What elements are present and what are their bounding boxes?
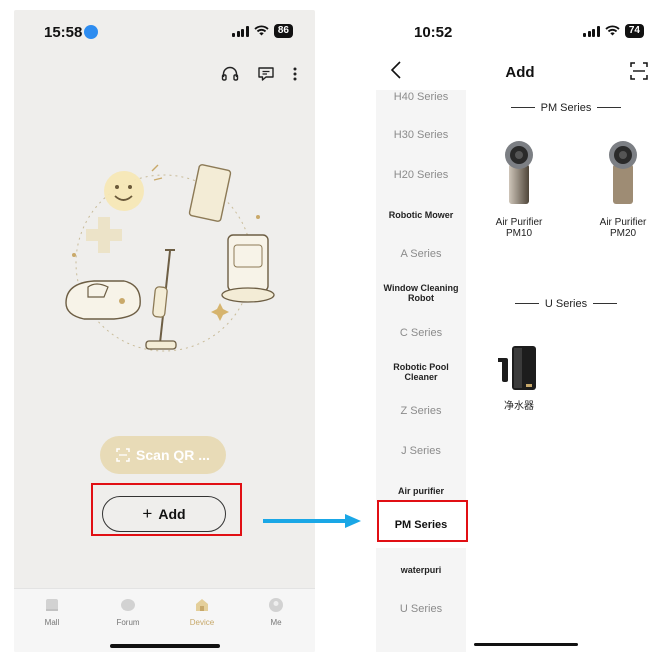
tab-mall[interactable]: Mall xyxy=(22,597,82,627)
arrow-right-icon xyxy=(263,514,361,528)
section-title: U Series xyxy=(544,298,588,310)
category-sidebar: H40 Series H30 Series H20 Series Robotic… xyxy=(376,90,466,652)
category-a-series[interactable]: A Series xyxy=(376,249,466,260)
status-bar: 10:52 74 xyxy=(376,10,664,54)
tab-device-label: Device xyxy=(189,618,215,627)
product-air-purifier-pm10[interactable]: Air Purifier PM10 xyxy=(484,138,554,239)
home-icon xyxy=(196,599,208,611)
section-header-pm-series: PM Series xyxy=(468,102,664,114)
divider xyxy=(593,303,618,304)
signal-icon xyxy=(583,25,600,37)
status-icons: 86 xyxy=(232,24,293,38)
divider xyxy=(597,107,622,108)
divider xyxy=(514,303,539,304)
section-header-u-series: U Series xyxy=(468,298,664,310)
tab-me-label: Me xyxy=(270,618,282,627)
wifi-icon xyxy=(605,25,620,37)
mall-icon xyxy=(46,599,58,611)
location-icon xyxy=(84,25,99,39)
category-robotic-pool-cleaner[interactable]: Robotic Pool Cleaner xyxy=(376,362,466,382)
message-icon[interactable] xyxy=(257,66,275,82)
tab-forum-label: Forum xyxy=(116,618,140,627)
tab-forum[interactable]: Forum xyxy=(98,597,158,627)
battery-indicator: 86 xyxy=(273,24,293,38)
product-air-purifier-pm20[interactable]: Air Purifier PM20 xyxy=(588,138,658,239)
product-name: Air Purifier PM20 xyxy=(599,217,647,239)
divider xyxy=(510,107,535,108)
more-vertical-icon[interactable] xyxy=(293,66,297,82)
air-purifier-image xyxy=(505,141,533,204)
water-purifier-image xyxy=(498,346,536,390)
highlight-pm-series xyxy=(377,500,468,542)
tab-me[interactable]: Me xyxy=(246,597,306,627)
nav-bar: Add xyxy=(376,58,664,90)
highlight-add-button xyxy=(91,483,242,536)
category-robotic-mower[interactable]: Robotic Mower xyxy=(376,210,466,220)
air-purifier-image xyxy=(609,141,637,204)
scan-qr-button[interactable]: Scan QR ... xyxy=(100,436,226,474)
category-window-cleaning-robot[interactable]: Window Cleaning Robot xyxy=(376,283,466,303)
product-water-purifier[interactable]: 净水器 xyxy=(484,344,554,412)
headset-icon[interactable] xyxy=(221,66,239,82)
wifi-icon xyxy=(254,25,269,37)
category-u-series[interactable]: U Series xyxy=(376,604,466,615)
scan-icon xyxy=(116,448,130,462)
tab-mall-label: Mall xyxy=(44,618,60,627)
add-device-screen: 10:52 74 Add H40 Series H30 Series H20 S… xyxy=(376,10,664,652)
profile-icon xyxy=(269,598,283,612)
status-time: 10:52 xyxy=(414,24,453,41)
category-h40-series[interactable]: H40 Series xyxy=(376,92,466,103)
device-screen: 15:58 86 Scan QR ... + Add Mall Forum De… xyxy=(14,10,315,652)
page-title: Add xyxy=(505,64,535,81)
category-air-purifier[interactable]: Air purifier xyxy=(376,486,466,496)
product-name: 净水器 xyxy=(504,401,534,412)
tab-device[interactable]: Device xyxy=(172,597,232,627)
category-j-series[interactable]: J Series xyxy=(376,446,466,457)
home-indicator xyxy=(110,644,220,648)
category-h30-series[interactable]: H30 Series xyxy=(376,130,466,141)
signal-icon xyxy=(232,25,249,37)
category-c-series[interactable]: C Series xyxy=(376,328,466,339)
status-time: 15:58 xyxy=(44,24,99,41)
category-waterpuri[interactable]: waterpuri xyxy=(376,565,466,575)
forum-icon xyxy=(121,599,135,611)
battery-indicator: 74 xyxy=(624,24,644,38)
bottom-tab-bar: Mall Forum Device Me xyxy=(14,588,315,652)
status-bar: 15:58 86 xyxy=(14,10,315,54)
top-toolbar xyxy=(221,66,297,82)
product-name: Air Purifier PM10 xyxy=(495,217,543,239)
scan-qr-label: Scan QR ... xyxy=(136,447,210,463)
scan-icon[interactable] xyxy=(630,62,648,85)
home-indicator xyxy=(474,643,578,646)
devices-illustration xyxy=(65,164,275,352)
status-icons: 74 xyxy=(583,24,644,38)
section-title: PM Series xyxy=(540,102,592,114)
category-h20-series[interactable]: H20 Series xyxy=(376,170,466,181)
category-z-series[interactable]: Z Series xyxy=(376,406,466,417)
